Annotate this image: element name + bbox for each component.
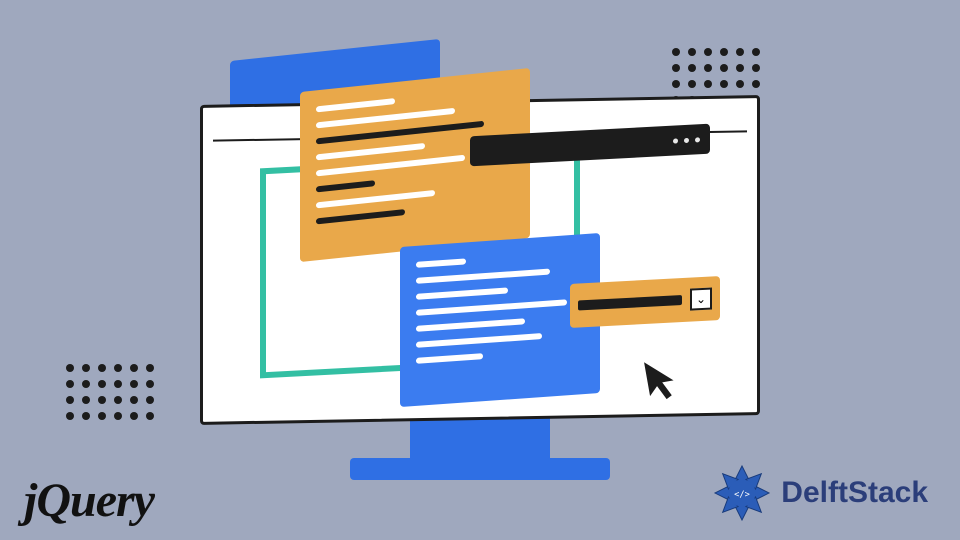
delftstack-logo-text: DelftStack (781, 476, 928, 510)
decorative-dot-grid-bottom (66, 364, 154, 420)
jquery-logo: jQuery (24, 473, 154, 528)
code-window-orange (300, 68, 530, 262)
delftstack-logo: </> DelftStack (713, 464, 928, 522)
dropdown-value-bar (578, 295, 682, 310)
dropdown-select: ⌄ (570, 276, 720, 328)
delftstack-rosette-icon: </> (713, 464, 771, 522)
illustration-canvas: ⌄ jQuery (0, 0, 960, 540)
monitor-base (350, 458, 610, 480)
chevron-down-icon: ⌄ (690, 287, 712, 310)
svg-text:</>: </> (734, 490, 750, 500)
